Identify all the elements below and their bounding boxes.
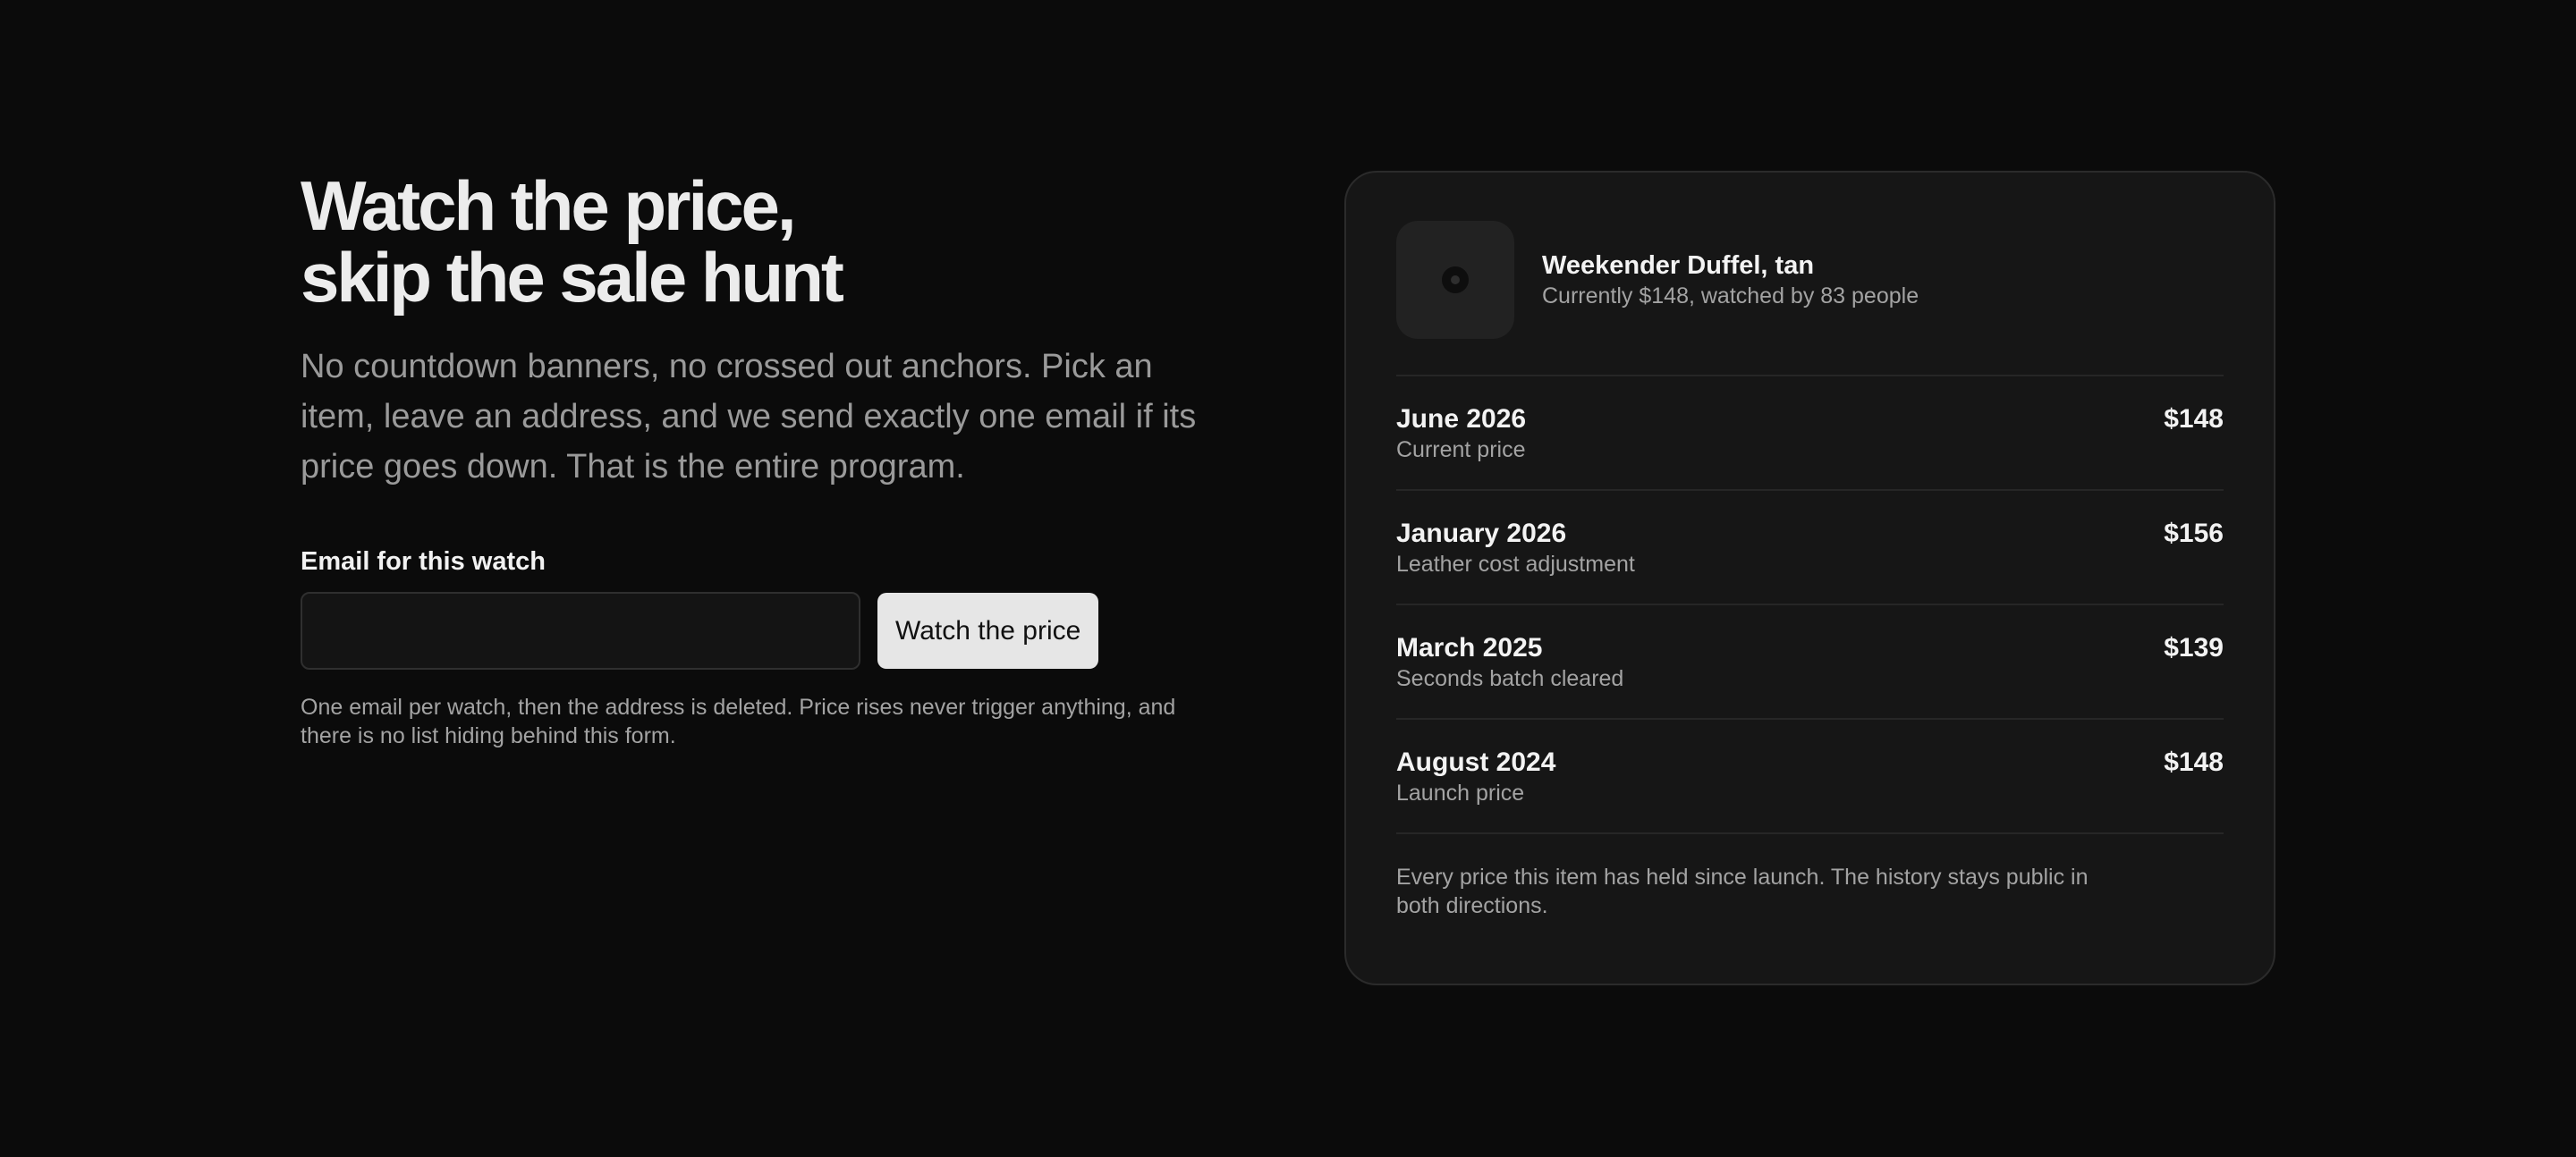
history-price: $148: [2164, 747, 2224, 777]
history-price: $139: [2164, 633, 2224, 663]
history-date: August 2024: [1396, 747, 1556, 777]
watch-form: Watch the price: [301, 592, 1213, 670]
history-price: $148: [2164, 404, 2224, 434]
history-footnote: Every price this item has held since lau…: [1396, 865, 2089, 918]
history-price: $156: [2164, 519, 2224, 548]
page-title: Watch the price, skip the sale hunt: [301, 170, 1213, 313]
history-date: January 2026: [1396, 519, 1567, 548]
price-history-card: Weekender Duffel, tan Currently $148, wa…: [1344, 171, 2275, 985]
history-row: March 2025 Seconds batch cleared $139: [1396, 605, 2224, 720]
product-thumbnail-icon: [1442, 266, 1469, 293]
history-date: March 2025: [1396, 633, 1543, 663]
page: Watch the price, skip the sale hunt No c…: [0, 0, 2576, 1157]
history-row: August 2024 Launch price $148: [1396, 720, 2224, 834]
product-subtitle: Currently $148, watched by 83 people: [1542, 283, 1919, 308]
history-note: Leather cost adjustment: [1396, 552, 1635, 577]
title-line-2: skip the sale hunt: [301, 238, 844, 317]
title-line-1: Watch the price,: [301, 166, 797, 245]
hero-section: Watch the price, skip the sale hunt No c…: [301, 170, 1213, 750]
history-note: Launch price: [1396, 781, 1525, 806]
history-row: June 2026 Current price $148: [1396, 376, 2224, 491]
form-fineprint: One email per watch, then the address is…: [301, 695, 1176, 748]
email-field-label: Email for this watch: [301, 547, 546, 576]
product-name: Weekender Duffel, tan: [1542, 251, 1815, 280]
intro-text: No countdown banners, no crossed out anc…: [301, 348, 1197, 486]
email-field[interactable]: [301, 592, 860, 670]
product-info: Weekender Duffel, tan Currently $148, wa…: [1542, 249, 1919, 310]
product-header: Weekender Duffel, tan Currently $148, wa…: [1396, 221, 2224, 376]
price-history-list: June 2026 Current price $148 January 202…: [1396, 376, 2224, 834]
history-row: January 2026 Leather cost adjustment $15…: [1396, 491, 2224, 605]
product-thumbnail: [1396, 221, 1514, 339]
history-note: Seconds batch cleared: [1396, 666, 1624, 691]
history-date: June 2026: [1396, 404, 1527, 434]
history-note: Current price: [1396, 437, 1526, 462]
watch-price-button[interactable]: Watch the price: [877, 593, 1099, 669]
